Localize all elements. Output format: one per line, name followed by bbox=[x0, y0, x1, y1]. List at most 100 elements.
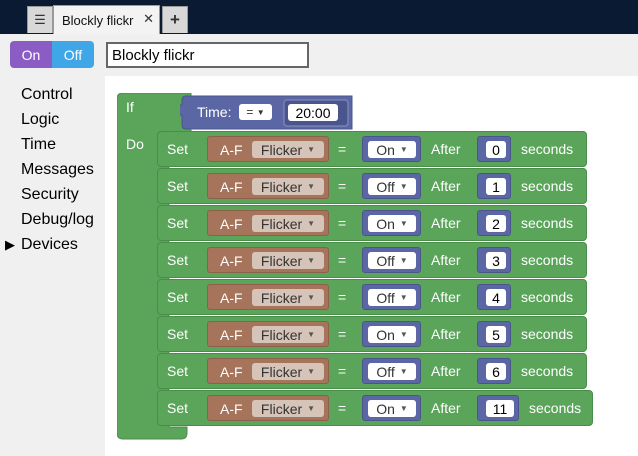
delay-block[interactable]: 4 bbox=[477, 284, 511, 310]
chevron-down-icon: ▼ bbox=[399, 404, 408, 413]
set-label: Set bbox=[167, 400, 189, 416]
property-dropdown[interactable]: Flicker ▼ bbox=[252, 141, 324, 158]
set-row[interactable]: Set A-F Flicker ▼ = On ▼ After 11 seconds bbox=[157, 390, 593, 426]
category-control[interactable]: Control bbox=[21, 86, 73, 104]
delay-block[interactable]: 1 bbox=[477, 173, 511, 199]
set-row[interactable]: Set A-F Flicker ▼ = On ▼ After 5 seconds bbox=[157, 316, 587, 352]
state-block[interactable]: On ▼ bbox=[362, 321, 421, 347]
tab-menu-button[interactable]: ☰ bbox=[27, 6, 53, 33]
device-block[interactable]: A-F Flicker ▼ bbox=[207, 247, 329, 273]
set-label: Set bbox=[167, 326, 189, 342]
delay-value-field[interactable]: 2 bbox=[486, 215, 506, 232]
category-security[interactable]: Security bbox=[21, 186, 79, 204]
delay-block[interactable]: 0 bbox=[477, 136, 511, 162]
delay-block[interactable]: 11 bbox=[477, 395, 519, 421]
delay-value-field[interactable]: 6 bbox=[486, 363, 506, 380]
device-name: A-F bbox=[220, 216, 243, 232]
device-name: A-F bbox=[220, 253, 243, 269]
category-messages[interactable]: Messages bbox=[21, 161, 94, 179]
property-dropdown[interactable]: Flicker ▼ bbox=[252, 326, 324, 343]
chevron-down-icon: ▼ bbox=[256, 107, 265, 117]
delay-value-field[interactable]: 0 bbox=[486, 141, 506, 158]
seconds-label: seconds bbox=[529, 400, 582, 416]
state-block[interactable]: Off ▼ bbox=[362, 173, 421, 199]
set-row[interactable]: Set A-F Flicker ▼ = Off ▼ After 1 seconds bbox=[157, 168, 587, 204]
device-name: A-F bbox=[220, 290, 243, 306]
property-dropdown[interactable]: Flicker ▼ bbox=[252, 363, 324, 380]
state-block[interactable]: Off ▼ bbox=[362, 284, 421, 310]
operator-dropdown[interactable]: = ▼ bbox=[239, 104, 272, 120]
property-dropdown[interactable]: Flicker ▼ bbox=[252, 252, 324, 269]
set-row[interactable]: Set A-F Flicker ▼ = Off ▼ After 4 seconds bbox=[157, 279, 587, 315]
state-block[interactable]: Off ▼ bbox=[362, 247, 421, 273]
set-row[interactable]: Set A-F Flicker ▼ = Off ▼ After 3 seconds bbox=[157, 242, 587, 278]
chevron-down-icon: ▼ bbox=[399, 330, 408, 339]
property-value: Flicker bbox=[260, 289, 303, 306]
delay-block[interactable]: 5 bbox=[477, 321, 511, 347]
chevron-down-icon: ▼ bbox=[399, 182, 408, 191]
device-block[interactable]: A-F Flicker ▼ bbox=[207, 284, 329, 310]
device-block[interactable]: A-F Flicker ▼ bbox=[207, 395, 329, 421]
state-value: On bbox=[376, 141, 395, 158]
property-dropdown[interactable]: Flicker ▼ bbox=[252, 178, 324, 195]
delay-block[interactable]: 6 bbox=[477, 358, 511, 384]
device-block[interactable]: A-F Flicker ▼ bbox=[207, 173, 329, 199]
time-value-field[interactable]: 20:00 bbox=[288, 104, 338, 121]
state-dropdown[interactable]: On ▼ bbox=[368, 400, 416, 417]
on-off-toggle[interactable]: On Off bbox=[10, 41, 94, 68]
state-block[interactable]: On ▼ bbox=[362, 210, 421, 236]
state-block[interactable]: On ▼ bbox=[362, 395, 421, 421]
state-dropdown[interactable]: Off ▼ bbox=[368, 178, 416, 195]
device-block[interactable]: A-F Flicker ▼ bbox=[207, 321, 329, 347]
set-row[interactable]: Set A-F Flicker ▼ = On ▼ After 2 seconds bbox=[157, 205, 587, 241]
state-dropdown[interactable]: On ▼ bbox=[368, 326, 416, 343]
delay-value-field[interactable]: 5 bbox=[486, 326, 506, 343]
state-dropdown[interactable]: Off ▼ bbox=[368, 289, 416, 306]
delay-value-field[interactable]: 11 bbox=[486, 400, 514, 417]
property-dropdown[interactable]: Flicker ▼ bbox=[252, 289, 324, 306]
property-value: Flicker bbox=[260, 400, 303, 417]
state-dropdown[interactable]: Off ▼ bbox=[368, 252, 416, 269]
state-block[interactable]: Off ▼ bbox=[362, 358, 421, 384]
device-name: A-F bbox=[220, 142, 243, 158]
seconds-label: seconds bbox=[521, 178, 574, 194]
state-value: Off bbox=[376, 252, 395, 269]
state-value: On bbox=[376, 400, 395, 417]
chevron-down-icon: ▼ bbox=[399, 367, 408, 376]
property-dropdown[interactable]: Flicker ▼ bbox=[252, 400, 324, 417]
after-label: After bbox=[431, 141, 461, 157]
device-name: A-F bbox=[220, 179, 243, 195]
script-name-input[interactable] bbox=[106, 42, 309, 68]
category-devices[interactable]: Devices bbox=[21, 236, 78, 254]
off-button[interactable]: Off bbox=[52, 41, 94, 68]
category-sidebar: Control Logic Time Messages Security Deb… bbox=[0, 76, 105, 456]
property-value: Flicker bbox=[260, 178, 303, 195]
on-button[interactable]: On bbox=[10, 41, 52, 68]
category-logic[interactable]: Logic bbox=[21, 111, 59, 129]
device-block[interactable]: A-F Flicker ▼ bbox=[207, 210, 329, 236]
state-dropdown[interactable]: On ▼ bbox=[368, 141, 416, 158]
if-label: If bbox=[126, 99, 134, 115]
device-block[interactable]: A-F Flicker ▼ bbox=[207, 136, 329, 162]
close-icon[interactable]: ✕ bbox=[143, 11, 154, 27]
state-dropdown[interactable]: On ▼ bbox=[368, 215, 416, 232]
delay-block[interactable]: 2 bbox=[477, 210, 511, 236]
delay-value-field[interactable]: 3 bbox=[486, 252, 506, 269]
delay-value-field[interactable]: 1 bbox=[486, 178, 506, 195]
delay-block[interactable]: 3 bbox=[477, 247, 511, 273]
add-tab-button[interactable]: + bbox=[162, 6, 188, 33]
category-time[interactable]: Time bbox=[21, 136, 56, 154]
state-block[interactable]: On ▼ bbox=[362, 136, 421, 162]
delay-value-field[interactable]: 4 bbox=[486, 289, 506, 306]
state-dropdown[interactable]: Off ▼ bbox=[368, 363, 416, 380]
tab-blockly-flickr[interactable]: Blockly flickr ✕ bbox=[53, 5, 160, 34]
state-value: Off bbox=[376, 178, 395, 195]
chevron-down-icon: ▼ bbox=[307, 219, 316, 228]
set-row[interactable]: Set A-F Flicker ▼ = On ▼ After 0 seconds bbox=[157, 131, 587, 167]
set-label: Set bbox=[167, 215, 189, 231]
set-row[interactable]: Set A-F Flicker ▼ = Off ▼ After 6 seconds bbox=[157, 353, 587, 389]
set-label: Set bbox=[167, 141, 189, 157]
category-debug-log[interactable]: Debug/log bbox=[21, 211, 94, 229]
device-block[interactable]: A-F Flicker ▼ bbox=[207, 358, 329, 384]
property-dropdown[interactable]: Flicker ▼ bbox=[252, 215, 324, 232]
